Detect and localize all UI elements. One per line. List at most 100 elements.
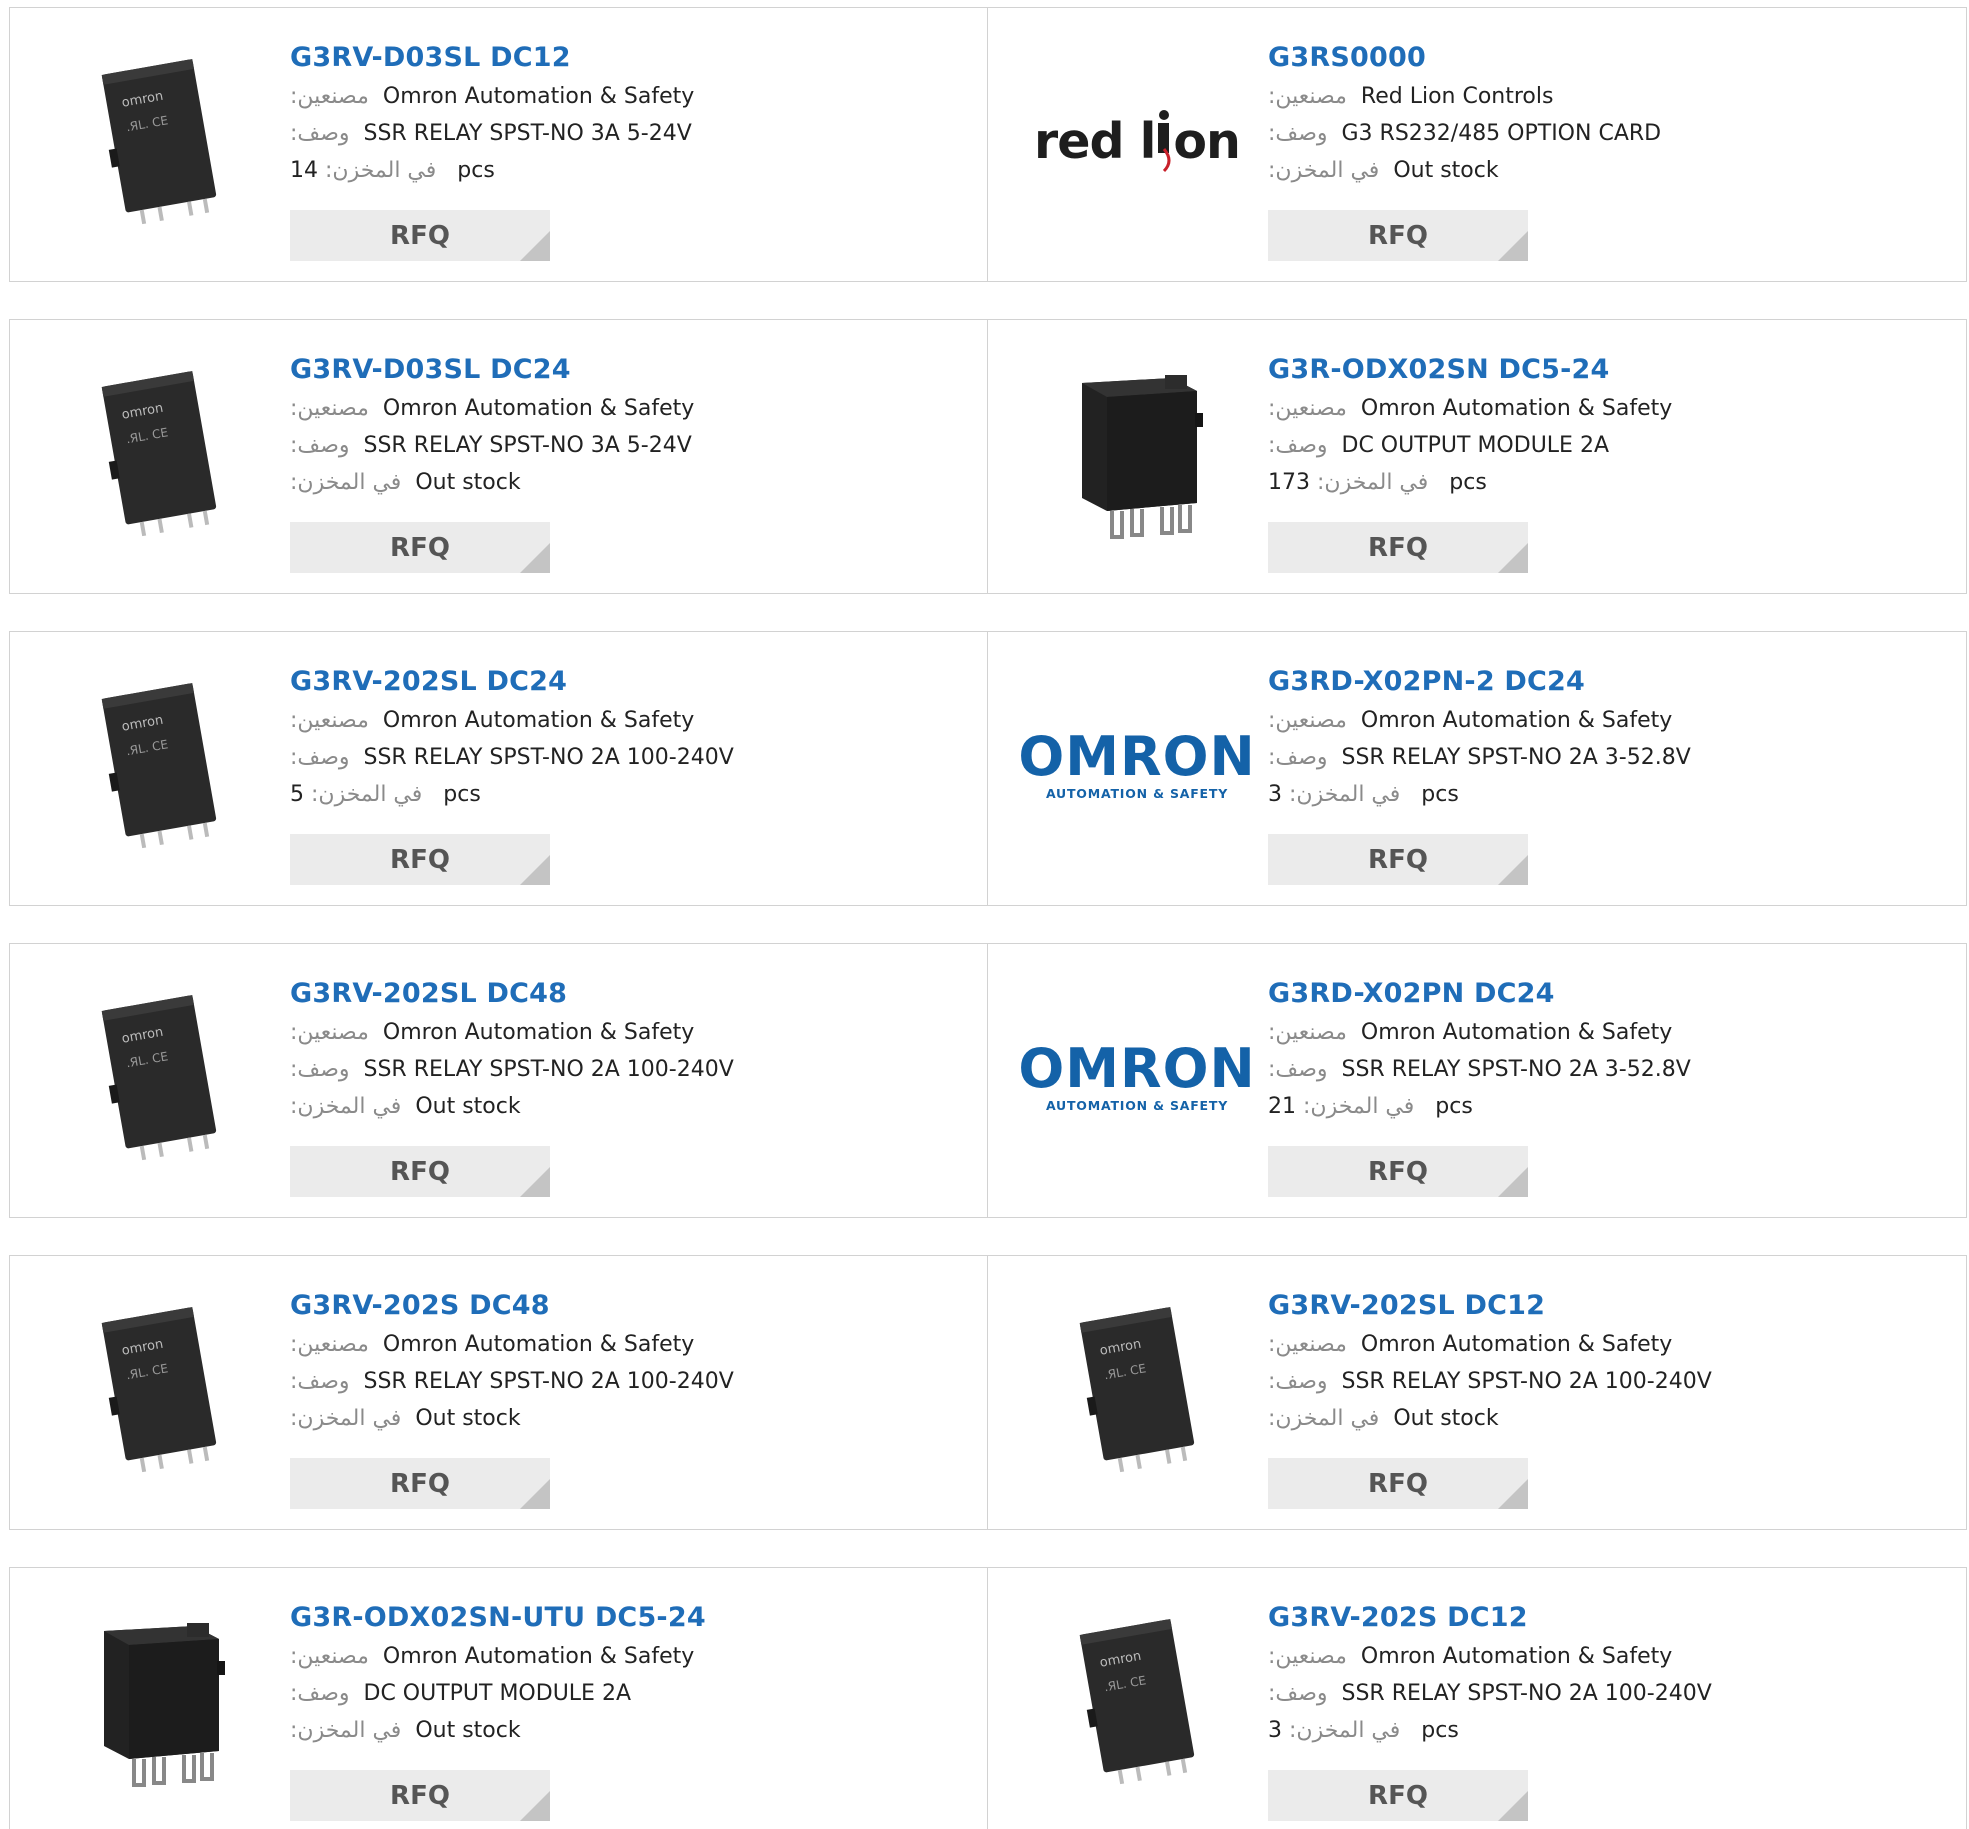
- rfq-button[interactable]: RFQ: [1268, 1458, 1528, 1509]
- corner-triangle-icon: [520, 1479, 550, 1509]
- part-number-link[interactable]: G3RV-202S DC48: [290, 1286, 977, 1326]
- rfq-button[interactable]: RFQ: [290, 522, 550, 573]
- part-number-link[interactable]: G3RV-D03SL DC24: [290, 350, 977, 390]
- description-value: SSR RELAY SPST-NO 2A 100-240V: [1341, 1369, 1712, 1394]
- stock-qty: 173: [1268, 470, 1310, 495]
- rfq-button[interactable]: RFQ: [1268, 834, 1528, 885]
- product-image[interactable]: [54, 1596, 264, 1806]
- rfq-button[interactable]: RFQ: [1268, 210, 1528, 261]
- product-card: omron .ЯL. CE G3RV-202SL DC48:مصنعين Omron…: [10, 944, 988, 1217]
- rfq-label: RFQ: [390, 1468, 450, 1499]
- product-info: G3RV-202S DC48:مصنعين Omron Automation &…: [290, 1286, 977, 1437]
- description-line: :وصف DC OUTPUT MODULE 2A: [290, 1675, 977, 1712]
- corner-triangle-icon: [1498, 1791, 1528, 1821]
- part-number-link[interactable]: G3RV-202SL DC12: [1268, 1286, 1956, 1326]
- part-number-link[interactable]: G3R-ODX02SN DC5-24: [1268, 350, 1956, 390]
- product-image[interactable]: omron .ЯL. CE: [1032, 1284, 1242, 1494]
- product-card: G3R-ODX02SN-UTU DC5-24:مصنعين Omron Auto…: [10, 1568, 988, 1829]
- rfq-button[interactable]: RFQ: [1268, 1770, 1528, 1821]
- stock-unit: pcs: [1421, 1718, 1459, 1743]
- part-number-link[interactable]: G3RV-202SL DC48: [290, 974, 977, 1014]
- block-module-icon: [104, 1623, 225, 1787]
- stock-label: :في المخزن: [290, 470, 402, 495]
- description-label: :وصف: [290, 1057, 350, 1082]
- description-value: SSR RELAY SPST-NO 3A 5-24V: [363, 121, 692, 146]
- rfq-button[interactable]: RFQ: [290, 1146, 550, 1197]
- omron-logo-wordmark: OMRON: [1018, 1036, 1256, 1100]
- description-label: :وصف: [1268, 1681, 1328, 1706]
- manufacturer-line: :مصنعين Omron Automation & Safety: [1268, 390, 1956, 427]
- manufacturer-line: :مصنعين Omron Automation & Safety: [290, 1014, 977, 1051]
- product-card: omron .ЯL. CE G3RV-D03SL DC24:مصنعين Omron…: [10, 320, 988, 593]
- stock-label: في المخزن:: [1289, 782, 1401, 807]
- product-image[interactable]: OMRON AUTOMATION & SAFETY: [1018, 972, 1254, 1182]
- red-lion-logo: red l on: [1034, 109, 1241, 173]
- slim-relay-icon: omron.ЯL. CE: [101, 58, 217, 225]
- corner-triangle-icon: [1498, 1167, 1528, 1197]
- manufacturer-line: :مصنعين Omron Automation & Safety: [1268, 1638, 1956, 1675]
- manufacturer-line: :مصنعين Red Lion Controls: [1268, 78, 1956, 115]
- rfq-button[interactable]: RFQ: [290, 1458, 550, 1509]
- part-number-link[interactable]: G3R-ODX02SN-UTU DC5-24: [290, 1598, 977, 1638]
- rfq-button[interactable]: RFQ: [1268, 522, 1528, 573]
- manufacturer-label: :مصنعين: [290, 1020, 369, 1045]
- description-label: :وصف: [290, 1681, 350, 1706]
- product-image[interactable]: omron .ЯL. CE: [1032, 1596, 1242, 1806]
- product-row: omron .ЯL. CE G3RV-D03SL DC24 :مصنعين Omron…: [9, 319, 1967, 594]
- part-number-link[interactable]: G3RV-202S DC12: [1268, 1598, 1956, 1638]
- manufacturer-line: :مصنعين Omron Automation & Safety: [290, 702, 977, 739]
- part-number-link[interactable]: G3RD-X02PN-2 DC24: [1268, 662, 1956, 702]
- description-label: :وصف: [1268, 121, 1328, 146]
- manufacturer-value: Omron Automation & Safety: [382, 1020, 695, 1045]
- manufacturer-label: :مصنعين: [1268, 1020, 1347, 1045]
- product-row: omron .ЯL. CE G3RV-202SL DC48:مصنعين Omron…: [9, 943, 1967, 1218]
- rfq-button[interactable]: RFQ: [290, 1770, 550, 1821]
- rfq-label: RFQ: [1368, 220, 1428, 251]
- part-number-link[interactable]: G3RV-202SL DC24: [290, 662, 977, 702]
- rfq-label: RFQ: [390, 220, 450, 251]
- rfq-button[interactable]: RFQ: [1268, 1146, 1528, 1197]
- part-number-link[interactable]: G3RD-X02PN DC24: [1268, 974, 1956, 1014]
- product-image[interactable]: omron .ЯL. CE: [54, 972, 264, 1182]
- rfq-button[interactable]: RFQ: [290, 210, 550, 261]
- slim-relay-icon: omron.ЯL. CE: [101, 370, 217, 537]
- omron-logo-tagline: AUTOMATION & SAFETY: [1045, 785, 1229, 801]
- omron-logo: OMRON AUTOMATION & SAFETY: [1018, 1036, 1256, 1113]
- stock-line: :في المخزن Out stock: [290, 1712, 977, 1749]
- product-image[interactable]: omron .ЯL. CE: [54, 36, 264, 246]
- description-line: :وصف DC OUTPUT MODULE 2A: [1268, 427, 1956, 464]
- stock-line: في المخزن: 3 pcs: [1268, 1712, 1956, 1749]
- manufacturer-label: :مصنعين: [290, 84, 369, 109]
- product-info: G3RV-202S DC12:مصنعين Omron Automation &…: [1268, 1598, 1956, 1749]
- description-label: :وصف: [1268, 1057, 1328, 1082]
- stock-label: في المخزن:: [1303, 1094, 1415, 1119]
- product-info: G3RV-D03SL DC12:مصنعين Omron Automation …: [290, 38, 977, 189]
- product-image[interactable]: omron .ЯL. CE: [54, 660, 264, 870]
- description-value: G3 RS232/485 OPTION CARD: [1341, 121, 1662, 146]
- product-row: omron .ЯL. CE G3RV-202S DC48:مصنعين Omron …: [9, 1255, 1967, 1530]
- stock-qty: 21: [1268, 1094, 1296, 1119]
- product-image[interactable]: omron .ЯL. CE: [54, 1284, 264, 1494]
- rfq-button[interactable]: RFQ: [290, 834, 550, 885]
- description-label: :وصف: [290, 745, 350, 770]
- product-card: OMRON AUTOMATION & SAFETY G3RD-X02PN-2 DC2…: [988, 632, 1966, 905]
- stock-label: في المخزن:: [1289, 1718, 1401, 1743]
- stock-line: في المخزن: 3 pcs: [1268, 776, 1956, 813]
- slim-relay-icon: omron.ЯL. CE: [101, 682, 217, 849]
- description-label: :وصف: [1268, 1369, 1328, 1394]
- product-row: omron .ЯL. CE G3RV-D03SL DC12:مصنعين Omron…: [9, 7, 1967, 282]
- stock-label: :في المخزن: [1268, 158, 1380, 183]
- part-number-link[interactable]: G3RV-D03SL DC12: [290, 38, 977, 78]
- product-card: omron .ЯL. CE G3RV-202S DC12:مصنعين Omron …: [988, 1568, 1966, 1829]
- manufacturer-value: Omron Automation & Safety: [1360, 1644, 1673, 1669]
- stock-qty: 3: [1268, 782, 1282, 807]
- stock-label: :في المخزن: [1268, 1406, 1380, 1431]
- product-image[interactable]: OMRON AUTOMATION & SAFETY: [1018, 660, 1254, 870]
- part-number-link[interactable]: G3RS0000: [1268, 38, 1956, 78]
- product-image[interactable]: omron .ЯL. CE: [54, 348, 264, 558]
- product-image[interactable]: [1032, 348, 1242, 558]
- description-line: :وصف SSR RELAY SPST-NO 2A 3-52.8V: [1268, 1051, 1956, 1088]
- rfq-label: RFQ: [390, 844, 450, 875]
- manufacturer-value: Omron Automation & Safety: [1360, 1020, 1673, 1045]
- product-image[interactable]: red l on: [1032, 36, 1242, 246]
